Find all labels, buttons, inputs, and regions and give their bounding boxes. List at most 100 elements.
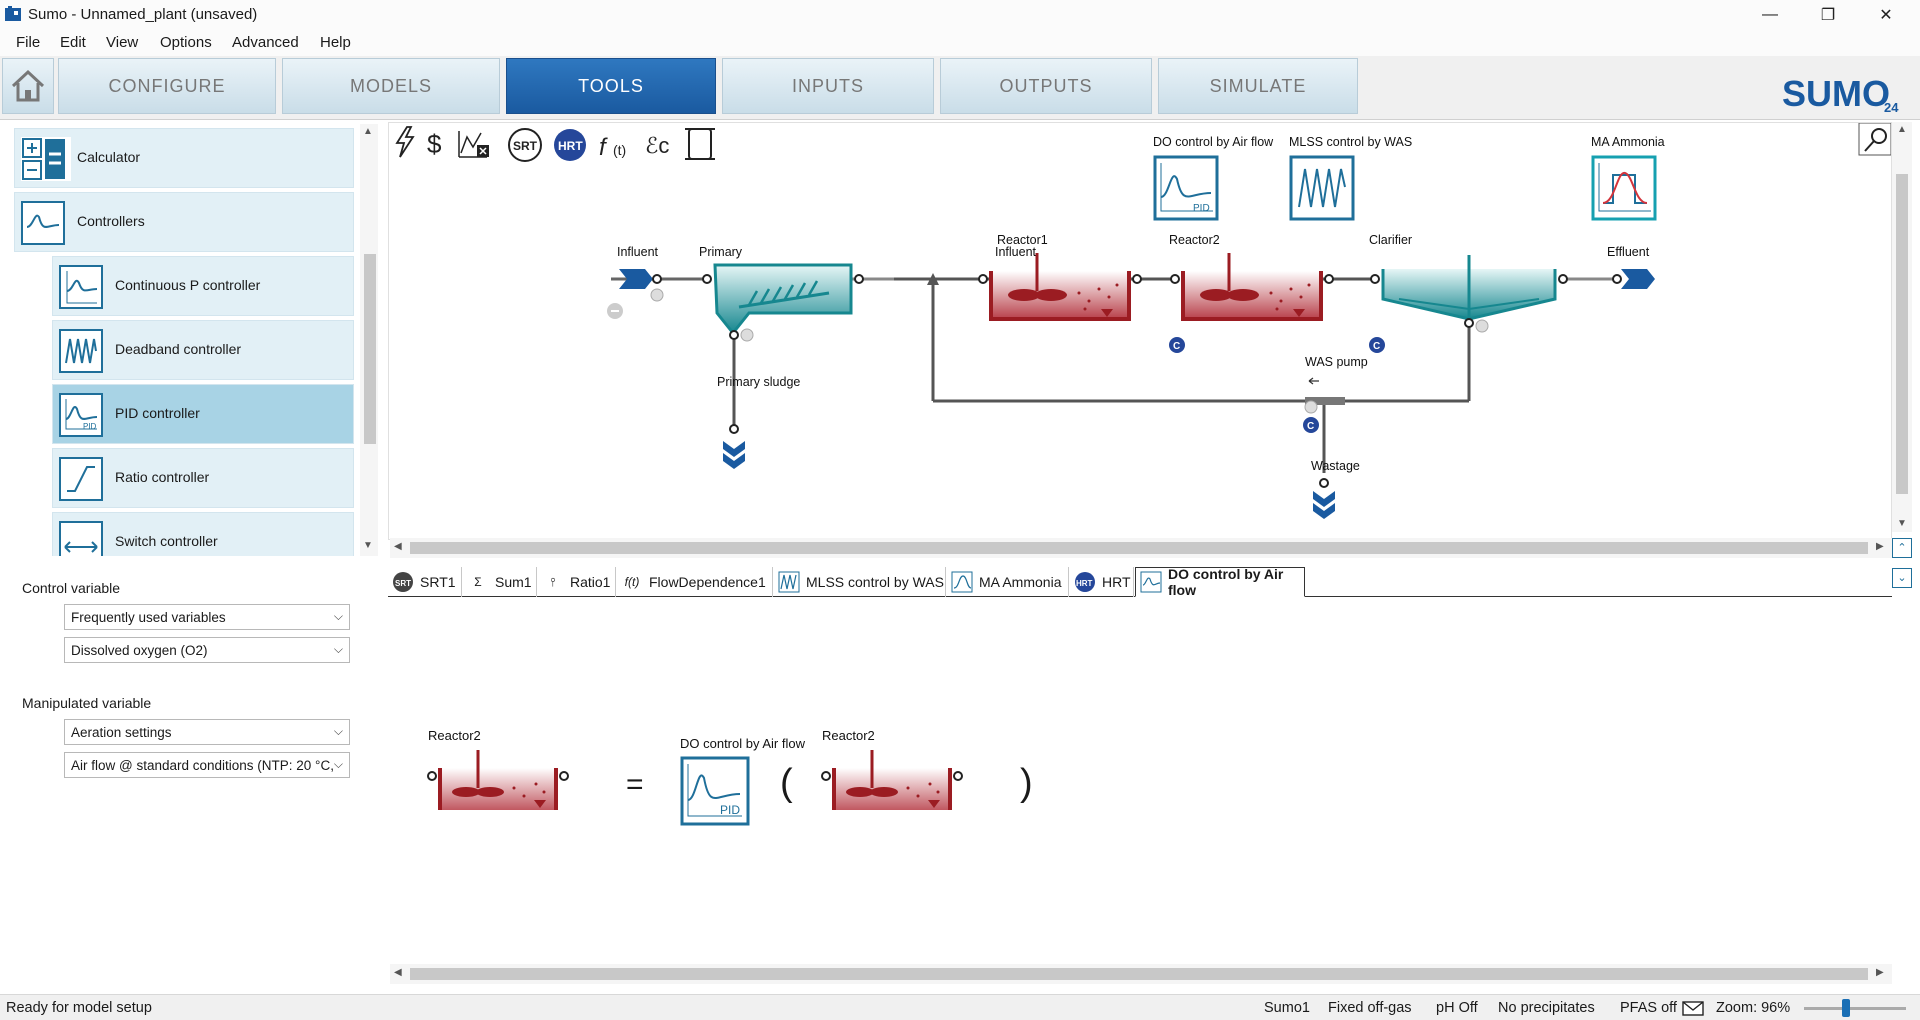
tool-item-continuous-p[interactable]: Continuous P controller (52, 256, 354, 316)
zoom-slider-track[interactable] (1804, 1007, 1906, 1010)
tab-tools[interactable]: TOOLS (506, 58, 716, 114)
tool-label-controllers: Controllers (77, 213, 145, 229)
scroll-thumb[interactable] (1896, 174, 1908, 494)
tool-item-deadband[interactable]: Deadband controller (52, 320, 354, 380)
window-title: Sumo - Unnamed_plant (unsaved) (28, 6, 258, 23)
tool-label-deadband: Deadband controller (115, 341, 242, 357)
clarifier-unit[interactable] (1370, 255, 1568, 333)
tab-mlss-control[interactable]: MLSS control by WAS (774, 567, 946, 597)
manipulated-group-select[interactable]: Aeration settings ⌵ (64, 719, 350, 745)
tab-inputs[interactable]: INPUTS (722, 58, 934, 114)
scroll-down-icon[interactable]: ▼ (1897, 518, 1907, 529)
equation-lhs-reactor[interactable] (424, 740, 574, 810)
collapse-down-icon[interactable]: ⌄ (1892, 568, 1912, 588)
equation-arg-reactor[interactable] (818, 740, 968, 810)
reactor1-unit[interactable] (978, 253, 1142, 321)
menu-advanced[interactable]: Advanced (232, 34, 299, 51)
scroll-left-icon[interactable]: ◀ (394, 967, 402, 978)
primary-sludge-unit[interactable] (723, 424, 745, 469)
tool-item-ratio[interactable]: Ratio controller (52, 448, 354, 508)
menu-options[interactable]: Options (160, 34, 212, 51)
tool-list-scrollbar[interactable]: ▲ ▼ (360, 124, 378, 556)
status-ph: pH Off (1436, 1000, 1478, 1016)
equation-pid-icon[interactable]: PID (680, 756, 750, 826)
control-badge-reactor2[interactable]: C (1169, 337, 1185, 353)
ratio-icon (59, 457, 103, 501)
menu-view[interactable]: View (106, 34, 138, 51)
scroll-right-icon[interactable]: ▶ (1876, 541, 1884, 552)
control-group-select[interactable]: Frequently used variables ⌵ (64, 604, 350, 630)
tool-item-controllers[interactable]: Controllers (14, 192, 354, 252)
label-clarifier: Clarifier (1369, 233, 1413, 247)
tool-item-calculator[interactable]: Calculator (14, 128, 354, 188)
srt-icon[interactable]: SRT (508, 128, 542, 162)
tool-label-ratio: Ratio controller (115, 469, 210, 485)
scroll-thumb[interactable] (410, 542, 1868, 554)
tab-ma-ammonia[interactable]: MA Ammonia (947, 567, 1069, 597)
control-badge-clarifier[interactable]: C (1369, 337, 1385, 353)
status-message: Ready for model setup (6, 1000, 152, 1016)
tool-item-switch[interactable]: Switch controller (52, 512, 354, 556)
scroll-up-icon[interactable]: ▲ (363, 126, 373, 137)
influent-unit[interactable] (607, 269, 664, 319)
mail-icon[interactable] (1682, 1001, 1704, 1016)
manipulated-variable-select[interactable]: Air flow @ standard conditions (NTP: 20 … (64, 752, 350, 778)
hrt-icon[interactable]: HRT (554, 129, 586, 161)
reactor2-unit[interactable] (1170, 253, 1334, 321)
tab-hrt[interactable]: HRT HRT (1070, 567, 1134, 597)
scroll-right-icon[interactable]: ▶ (1876, 967, 1884, 978)
tab-label: Ratio1 (570, 574, 611, 590)
footprint-icon[interactable]: ℰc (645, 133, 669, 158)
chevron-down-icon: ⌵ (333, 609, 343, 623)
home-button[interactable] (2, 58, 54, 114)
scroll-thumb[interactable] (364, 254, 376, 444)
magnifier-icon[interactable] (1858, 123, 1891, 156)
effluent-unit[interactable] (1612, 269, 1655, 289)
tab-configure[interactable]: CONFIGURE (58, 58, 276, 114)
tab-ratio1[interactable]: ⫯ Ratio1 (538, 567, 616, 597)
restore-button[interactable]: ❐ (1800, 0, 1856, 29)
tab-outputs[interactable]: OUTPUTS (940, 58, 1152, 114)
editor-horizontal-scrollbar[interactable]: ◀ ▶ (390, 964, 1892, 984)
controller-ma-ammonia[interactable] (1591, 155, 1657, 221)
close-button[interactable]: ✕ (1858, 0, 1914, 29)
tool-label-pid: PID controller (115, 405, 200, 421)
scroll-down-icon[interactable]: ▼ (363, 540, 373, 551)
minimize-button[interactable]: — (1742, 0, 1798, 29)
tab-flowdependence1[interactable]: f(t) FlowDependence1 (617, 567, 773, 597)
flowsheet-canvas[interactable]: $ SRT HRT f (t) ℰc C C C PID Influent Pr… (388, 122, 1892, 540)
function-icon[interactable]: f (t) (599, 134, 626, 161)
menu-file[interactable]: File (16, 34, 40, 51)
svg-text:C: C (1373, 341, 1380, 352)
tab-simulate[interactable]: SIMULATE (1158, 58, 1358, 114)
dollar-icon[interactable]: $ (427, 129, 442, 159)
scroll-thumb[interactable] (410, 968, 1868, 980)
control-badge-was[interactable]: C (1303, 417, 1319, 433)
workflow-ribbon: CONFIGURE MODELS TOOLS INPUTS OUTPUTS SI… (0, 56, 1920, 120)
calc-remove-icon[interactable] (458, 131, 489, 158)
menu-edit[interactable]: Edit (60, 34, 86, 51)
canvas-horizontal-scrollbar[interactable]: ◀ ▶ (390, 538, 1892, 558)
zoom-slider-thumb[interactable] (1842, 999, 1850, 1017)
scroll-up-icon[interactable]: ▲ (1897, 124, 1907, 135)
scroll-left-icon[interactable]: ◀ (394, 541, 402, 552)
scroll-icon[interactable] (685, 128, 715, 160)
menu-help[interactable]: Help (320, 34, 351, 51)
equation-controller-label: DO control by Air flow (680, 736, 805, 751)
control-variable-select[interactable]: Dissolved oxygen (O2) ⌵ (64, 637, 350, 663)
tab-do-control[interactable]: DO control by Air flow (1135, 566, 1305, 598)
primary-clarifier-unit[interactable] (702, 263, 864, 342)
lightning-icon[interactable] (395, 126, 415, 158)
controller-mlss-was[interactable] (1289, 155, 1355, 221)
controller-do-air[interactable]: PID (1153, 155, 1219, 221)
tool-item-pid[interactable]: PID PID controller (52, 384, 354, 444)
tab-sum1[interactable]: Σ Sum1 (463, 567, 537, 597)
tab-label: FlowDependence1 (649, 574, 766, 590)
collapse-up-icon[interactable]: ⌃ (1892, 538, 1912, 558)
home-icon (11, 69, 45, 102)
canvas-vertical-scrollbar[interactable]: ▲ ▼ (1892, 122, 1912, 532)
tab-models[interactable]: MODELS (282, 58, 500, 114)
title-bar: Sumo - Unnamed_plant (unsaved) — ❐ ✕ (0, 0, 1920, 29)
tab-srt1[interactable]: SRT SRT1 (388, 567, 462, 597)
wastage-unit[interactable] (1313, 491, 1335, 519)
